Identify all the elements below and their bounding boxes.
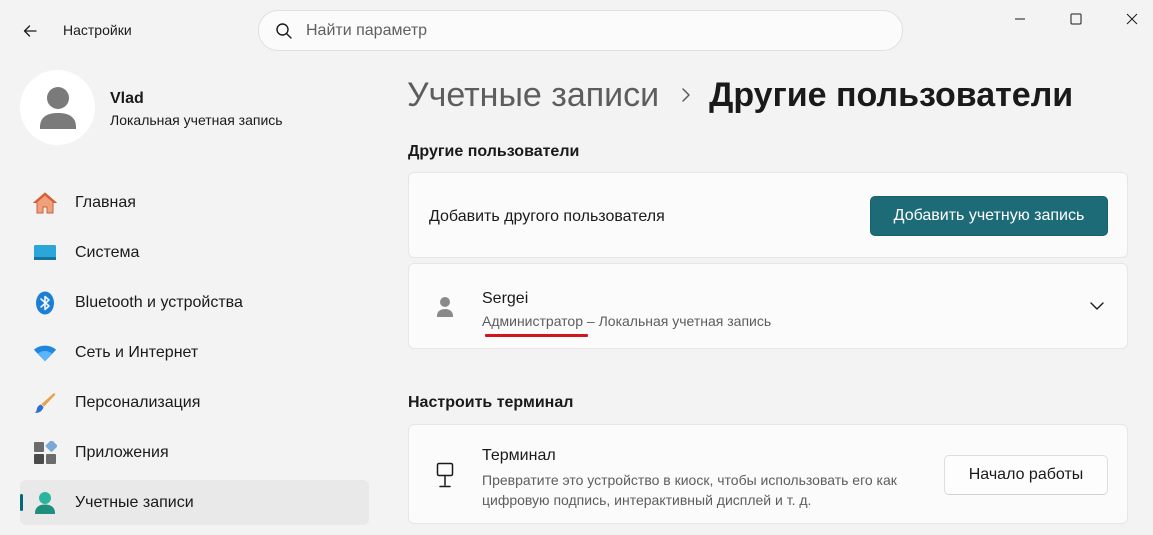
sidebar-item-label: Bluetooth и устройства	[75, 293, 243, 311]
search-icon	[274, 21, 294, 41]
close-button[interactable]	[1109, 0, 1153, 38]
user-description: Администратор – Локальная учетная запись	[482, 313, 771, 329]
search-input[interactable]	[306, 21, 866, 40]
sidebar-item-label: Система	[75, 243, 140, 261]
kiosk-title: Терминал	[482, 447, 556, 464]
sidebar-item-apps[interactable]: Приложения	[20, 430, 369, 475]
add-user-card: Добавить другого пользователя Добавить у…	[408, 172, 1128, 258]
section-title-other-users: Другие пользователи	[408, 143, 580, 160]
brush-icon	[33, 391, 57, 415]
monitor-icon	[33, 241, 57, 265]
bluetooth-icon	[33, 291, 57, 315]
sidebar-item-label: Главная	[75, 193, 136, 211]
sidebar-item-label: Сеть и Интернет	[75, 343, 199, 361]
highlight-underline	[485, 334, 588, 337]
kiosk-card: Терминал Превратите это устройство в кио…	[408, 424, 1128, 524]
user-role: Администратор	[482, 313, 584, 329]
add-user-label: Добавить другого пользователя	[429, 208, 665, 225]
sidebar-item-label: Персонализация	[75, 393, 201, 411]
sidebar-item-label: Учетные записи	[75, 493, 194, 511]
wifi-icon	[33, 341, 57, 365]
back-button[interactable]	[14, 16, 46, 46]
breadcrumb: Учетные записи Другие пользователи	[407, 72, 1073, 118]
sidebar-item-system[interactable]: Система	[20, 230, 369, 275]
profile-account-type: Локальная учетная запись	[110, 112, 283, 128]
add-account-button[interactable]: Добавить учетную запись	[870, 196, 1108, 236]
sidebar-item-network[interactable]: Сеть и Интернет	[20, 330, 369, 375]
person-icon	[39, 86, 76, 129]
user-separator: –	[583, 313, 599, 329]
page-title: Другие пользователи	[709, 75, 1074, 114]
get-started-button[interactable]: Начало работы	[944, 455, 1108, 495]
minimize-button[interactable]	[997, 0, 1043, 38]
sidebar-item-bluetooth[interactable]: Bluetooth и устройства	[20, 280, 369, 325]
kiosk-description: Превратите это устройство в киоск, чтобы…	[482, 472, 897, 508]
section-title-kiosk: Настроить терминал	[408, 394, 574, 411]
search-box[interactable]	[258, 10, 903, 51]
user-account-type: Локальная учетная запись	[598, 313, 772, 329]
maximize-button[interactable]	[1053, 0, 1099, 38]
minimize-icon	[1015, 18, 1025, 20]
accounts-icon	[33, 491, 57, 515]
maximize-icon	[1070, 13, 1082, 25]
sidebar-item-label: Приложения	[75, 443, 169, 461]
user-name: Sergei	[482, 290, 529, 307]
sidebar-nav: Главная Система Bluetooth и устройства С…	[20, 180, 369, 530]
chevron-right-icon	[681, 87, 691, 103]
sidebar-item-home[interactable]: Главная	[20, 180, 369, 225]
home-icon	[33, 191, 57, 215]
kiosk-icon	[433, 461, 457, 489]
sidebar-item-accounts[interactable]: Учетные записи	[20, 480, 369, 525]
sidebar-item-personalization[interactable]: Персонализация	[20, 380, 369, 425]
avatar[interactable]	[20, 70, 95, 145]
chevron-down-icon[interactable]	[1085, 296, 1109, 316]
user-card-sergei[interactable]: Sergei Администратор – Локальная учетная…	[408, 263, 1128, 349]
app-title: Настройки	[63, 22, 132, 38]
breadcrumb-parent[interactable]: Учетные записи	[407, 76, 659, 115]
arrow-left-icon	[23, 25, 37, 37]
close-icon	[1126, 13, 1138, 25]
profile-name: Vlad	[110, 90, 144, 107]
apps-icon	[33, 440, 57, 465]
person-icon	[433, 294, 457, 320]
